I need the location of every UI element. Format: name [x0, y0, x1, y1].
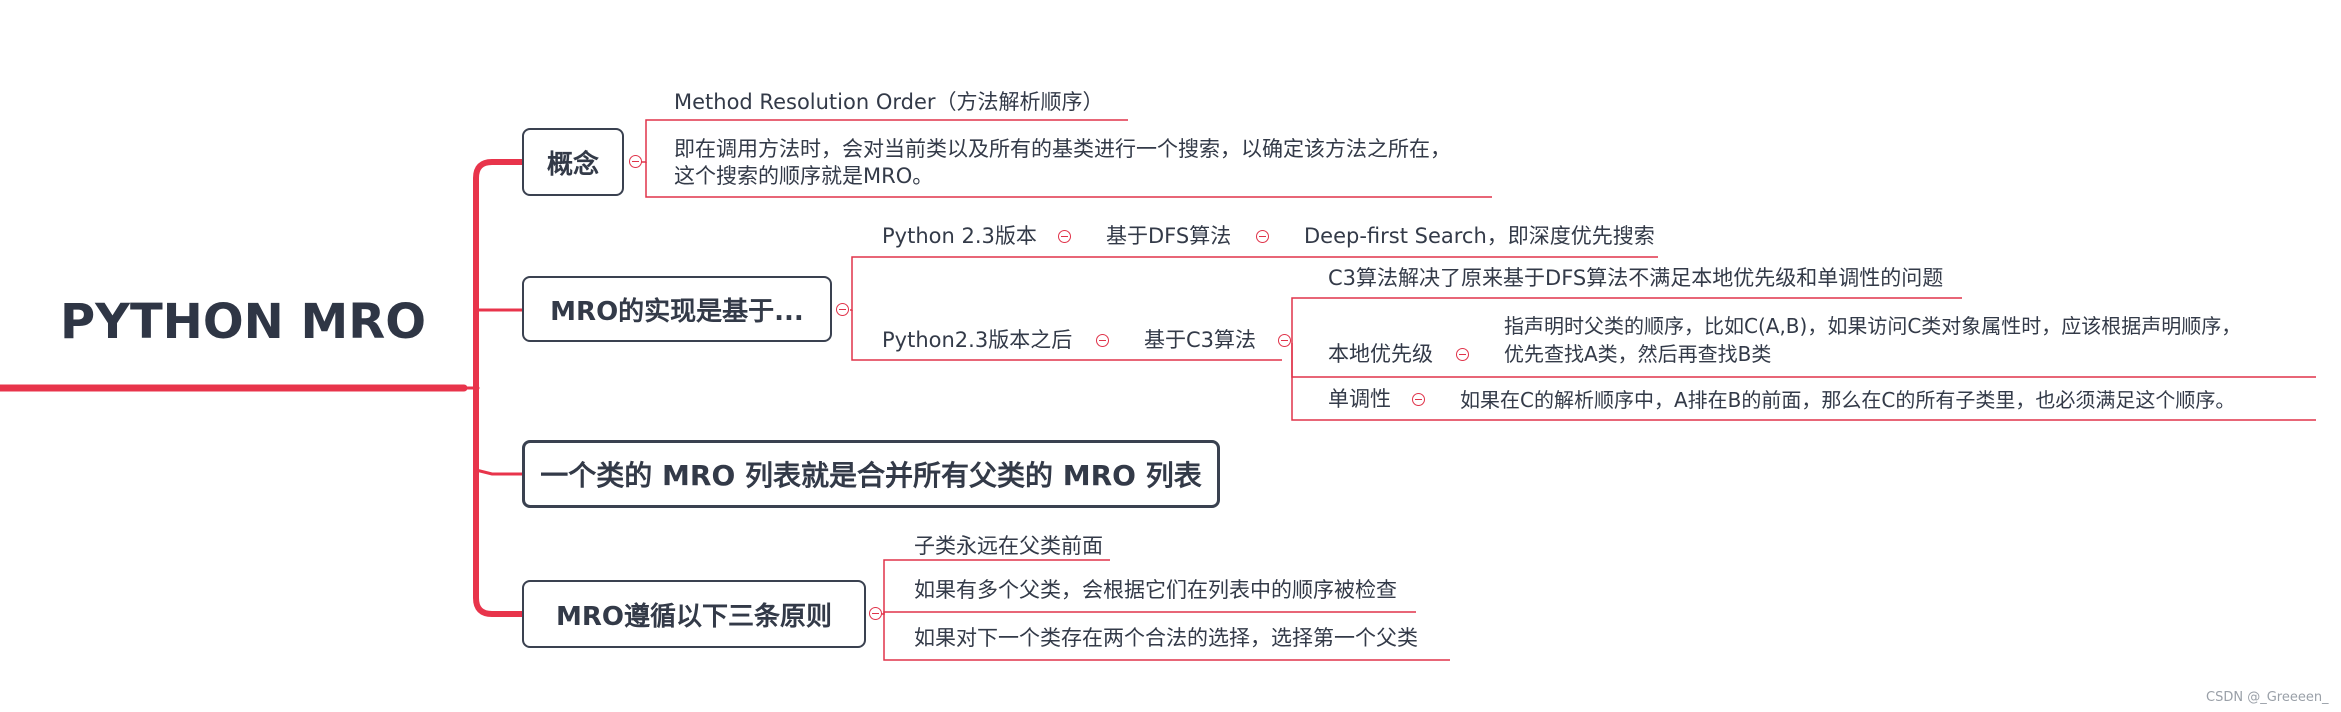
connector-lines: [0, 119, 2316, 661]
branch-concept-label: 概念: [546, 149, 599, 180]
branch-rules[interactable]: MRO遵循以下三条原则: [522, 580, 866, 648]
rules-item-1: 子类永远在父类前面: [914, 534, 1103, 558]
concept-leaf-mro-name: Method Resolution Order（方法解析顺序）: [674, 90, 1104, 114]
branch-concept[interactable]: 概念: [522, 128, 624, 196]
branch-merge[interactable]: 一个类的 MRO 列表就是合并所有父类的 MRO 列表: [522, 440, 1220, 508]
concept-leaf-definition-2: 这个搜索的顺序就是MRO。: [674, 164, 934, 188]
branch-implementation-label: MRO的实现是基于...: [550, 296, 804, 327]
collapse-toggle-icon[interactable]: [1278, 334, 1291, 347]
collapse-toggle-icon[interactable]: [836, 303, 849, 316]
impl-python23: Python 2.3版本: [882, 224, 1037, 248]
collapse-toggle-icon[interactable]: [629, 155, 642, 168]
impl-local-priority: 本地优先级: [1328, 342, 1433, 366]
impl-c3: 基于C3算法: [1144, 328, 1257, 352]
collapse-toggle-icon[interactable]: [1412, 393, 1425, 406]
branch-merge-label: 一个类的 MRO 列表就是合并所有父类的 MRO 列表: [540, 459, 1202, 492]
collapse-toggle-icon[interactable]: [1256, 230, 1269, 243]
rules-item-2: 如果有多个父类，会根据它们在列表中的顺序被检查: [914, 578, 1397, 602]
watermark: CSDN @_Greeeen_: [2206, 690, 2329, 705]
collapse-toggle-icon[interactable]: [1058, 230, 1071, 243]
impl-monotonic: 单调性: [1328, 387, 1391, 411]
root-title: PYTHON MRO: [60, 294, 427, 350]
branch-implementation[interactable]: MRO的实现是基于...: [522, 276, 832, 342]
branch-rules-label: MRO遵循以下三条原则: [556, 601, 832, 632]
impl-monotonic-desc: 如果在C的解析顺序中，A排在B的前面，那么在C的所有子类里，也必须满足这个顺序。: [1460, 388, 2236, 412]
collapse-toggle-icon[interactable]: [869, 607, 882, 620]
impl-local-priority-desc-1: 指声明时父类的顺序，比如C(A,B)，如果访问C类对象属性时，应该根据声明顺序，: [1504, 314, 2242, 338]
rules-item-3: 如果对下一个类存在两个合法的选择，选择第一个父类: [914, 626, 1418, 650]
impl-dfs: 基于DFS算法: [1106, 224, 1232, 248]
concept-leaf-definition-1: 即在调用方法时，会对当前类以及所有的基类进行一个搜索，以确定该方法之所在，: [674, 137, 1451, 161]
impl-python23-after: Python2.3版本之后: [882, 328, 1073, 352]
impl-local-priority-desc-2: 优先查找A类，然后再查找B类: [1504, 342, 1772, 366]
impl-c3-description: C3算法解决了原来基于DFS算法不满足本地优先级和单调性的问题: [1328, 266, 1944, 290]
collapse-toggle-icon[interactable]: [1096, 334, 1109, 347]
impl-dfs-description: Deep-first Search，即深度优先搜索: [1304, 224, 1655, 248]
collapse-toggle-icon[interactable]: [1456, 348, 1469, 361]
